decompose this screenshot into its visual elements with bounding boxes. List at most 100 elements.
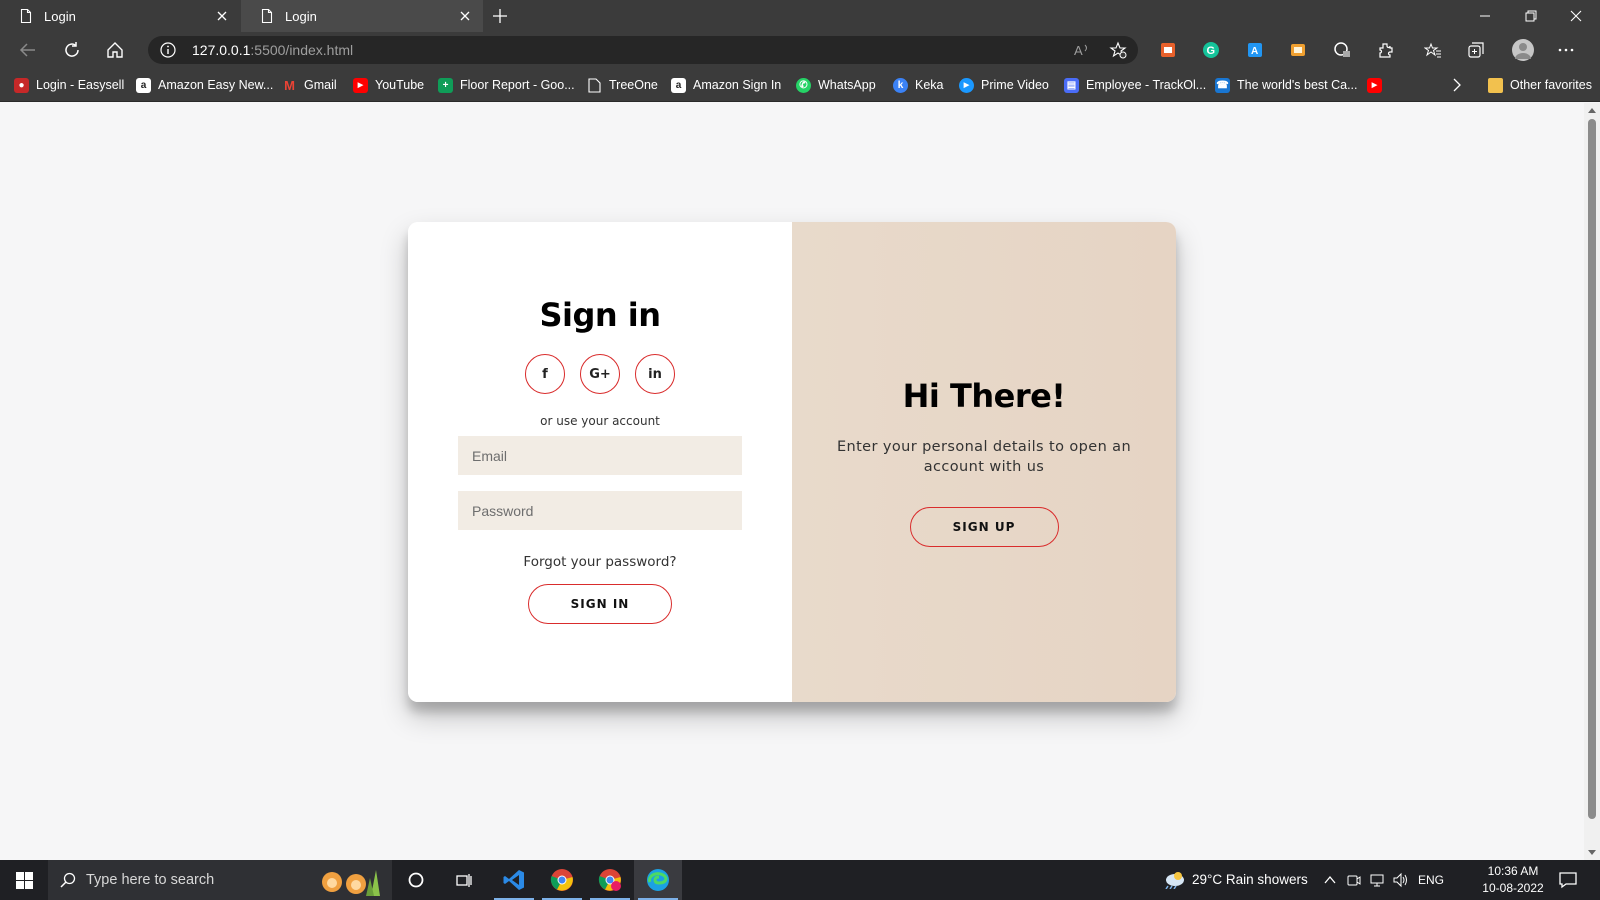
scroll-thumb[interactable] bbox=[1588, 119, 1596, 819]
bookmark-label: Login - Easysell bbox=[36, 78, 125, 92]
scroll-down-icon[interactable] bbox=[1588, 850, 1596, 855]
extension-monitor-icon[interactable] bbox=[1332, 40, 1352, 60]
bookmark-label: Amazon Easy New... bbox=[158, 78, 274, 92]
bookmark-label: Amazon Sign In bbox=[693, 78, 782, 92]
extension-translate-icon[interactable]: A bbox=[1245, 40, 1265, 60]
weather-icon[interactable] bbox=[1162, 871, 1186, 889]
bookmark-youtube-2[interactable]: ▶ bbox=[1367, 76, 1389, 94]
password-field[interactable] bbox=[458, 491, 742, 530]
task-view-icon[interactable] bbox=[440, 860, 488, 900]
bookmark-amazon-sign-in[interactable]: a Amazon Sign In bbox=[671, 76, 781, 94]
close-tab-icon[interactable] bbox=[214, 8, 230, 24]
bookmark-worlds-best[interactable]: ☎ The world's best Ca... bbox=[1215, 76, 1358, 94]
site-info-icon[interactable] bbox=[160, 42, 176, 58]
bookmark-label: WhatsApp bbox=[818, 78, 876, 92]
google-plus-icon[interactable]: G+ bbox=[580, 354, 620, 394]
clock[interactable]: 10:36 AM 10-08-2022 bbox=[1480, 863, 1546, 897]
facebook-icon[interactable]: f bbox=[525, 354, 565, 394]
close-tab-icon[interactable] bbox=[457, 8, 473, 24]
more-menu-icon[interactable] bbox=[1556, 40, 1576, 60]
amazon-icon: a bbox=[671, 77, 686, 93]
show-hidden-icons-chevron-icon[interactable] bbox=[1321, 871, 1339, 889]
tab-login-2[interactable]: Login bbox=[241, 0, 483, 32]
collections-icon[interactable] bbox=[1466, 40, 1486, 60]
taskbar-search[interactable]: Type here to search bbox=[48, 860, 392, 900]
close-window-button[interactable] bbox=[1566, 6, 1586, 26]
url-bar[interactable]: 127.0.0.1:5500/index.html bbox=[148, 36, 1138, 64]
language-indicator[interactable]: ENG bbox=[1418, 873, 1444, 887]
bookmark-prime-video[interactable]: ▶ Prime Video bbox=[959, 76, 1049, 94]
login-card: Sign in f G+ in or use your account Forg… bbox=[408, 222, 1176, 702]
extension-image-icon[interactable] bbox=[1288, 40, 1308, 60]
add-favorite-icon[interactable] bbox=[1108, 40, 1128, 60]
restore-button[interactable] bbox=[1521, 6, 1541, 26]
bookmark-treeone[interactable]: TreeOne bbox=[587, 76, 658, 94]
profile-avatar[interactable] bbox=[1512, 39, 1534, 61]
notifications-icon[interactable] bbox=[1558, 870, 1578, 890]
keka-icon: k bbox=[893, 77, 908, 93]
search-highlight-art-icon bbox=[316, 864, 386, 898]
edge-icon[interactable] bbox=[634, 860, 682, 900]
prime-video-icon: ▶ bbox=[959, 77, 974, 93]
bookmark-label: TreeOne bbox=[609, 78, 658, 92]
youtube-icon: ▶ bbox=[1367, 77, 1382, 93]
bookmark-keka[interactable]: k Keka bbox=[893, 76, 944, 94]
bookmark-employee-trackol[interactable]: ▤ Employee - TrackOl... bbox=[1064, 76, 1206, 94]
bookmarks-overflow-chevron-icon[interactable] bbox=[1452, 76, 1462, 94]
gmail-icon: M bbox=[284, 77, 295, 93]
refresh-button[interactable] bbox=[62, 40, 82, 60]
search-placeholder: Type here to search bbox=[86, 872, 215, 888]
svg-text:G: G bbox=[1207, 45, 1216, 57]
grammarly-icon[interactable]: G bbox=[1201, 40, 1221, 60]
page-viewport: Sign in f G+ in or use your account Forg… bbox=[0, 103, 1584, 860]
bookmark-whatsapp[interactable]: ✆ WhatsApp bbox=[796, 76, 876, 94]
extensions-icon[interactable] bbox=[1375, 40, 1395, 60]
overlay-title: Hi There! bbox=[902, 377, 1066, 415]
extension-office-icon[interactable] bbox=[1158, 40, 1178, 60]
sign-in-button[interactable]: SIGN IN bbox=[528, 584, 672, 624]
bookmark-youtube[interactable]: ▶ YouTube bbox=[353, 76, 424, 94]
back-button[interactable] bbox=[18, 40, 38, 60]
bookmark-floor-report[interactable]: + Floor Report - Goo... bbox=[438, 76, 575, 94]
network-icon[interactable] bbox=[1368, 871, 1386, 889]
clock-time: 10:36 AM bbox=[1487, 864, 1539, 878]
linkedin-icon[interactable]: in bbox=[635, 354, 675, 394]
chrome-icon[interactable] bbox=[538, 860, 586, 900]
volume-icon[interactable] bbox=[1391, 871, 1409, 889]
bookmark-amazon-easy[interactable]: a Amazon Easy New... bbox=[136, 76, 273, 94]
meet-now-icon[interactable] bbox=[1345, 871, 1363, 889]
other-favorites-folder[interactable]: Other favorites bbox=[1488, 76, 1592, 94]
overlay-panel: Hi There! Enter your personal details to… bbox=[792, 222, 1176, 702]
tab-bar: Login Login bbox=[0, 0, 1600, 32]
windows-taskbar: Type here to search 29°C Rain showers EN… bbox=[0, 860, 1600, 900]
minimize-button[interactable] bbox=[1475, 6, 1495, 26]
page-icon bbox=[18, 8, 34, 24]
sheets-icon: + bbox=[438, 77, 453, 93]
forgot-password-link[interactable]: Forgot your password? bbox=[523, 554, 676, 570]
tab-login-1[interactable]: Login bbox=[0, 0, 240, 32]
cortana-icon[interactable] bbox=[392, 860, 440, 900]
scroll-up-icon[interactable] bbox=[1588, 108, 1596, 113]
url-path: :5500/index.html bbox=[250, 42, 354, 58]
clock-date: 10-08-2022 bbox=[1482, 881, 1544, 895]
bookmark-label: Prime Video bbox=[981, 78, 1049, 92]
vertical-scrollbar[interactable] bbox=[1584, 103, 1600, 860]
weather-text[interactable]: 29°C Rain showers bbox=[1192, 872, 1308, 887]
sign-up-button[interactable]: SIGN UP bbox=[909, 507, 1059, 547]
email-field[interactable] bbox=[458, 436, 742, 475]
signin-panel: Sign in f G+ in or use your account Forg… bbox=[408, 222, 792, 702]
read-aloud-icon[interactable]: A bbox=[1072, 40, 1092, 60]
other-favorites-label: Other favorites bbox=[1510, 78, 1592, 92]
bookmark-gmail[interactable]: M Gmail bbox=[282, 76, 337, 94]
bookmark-login-easysell[interactable]: ● Login - Easysell bbox=[14, 76, 124, 94]
home-button[interactable] bbox=[105, 40, 125, 60]
chrome-profile-icon[interactable] bbox=[586, 860, 634, 900]
tab-title: Login bbox=[44, 8, 76, 24]
page-icon bbox=[587, 77, 602, 93]
favorites-icon[interactable] bbox=[1423, 40, 1443, 60]
windows-start-icon[interactable] bbox=[16, 872, 33, 889]
or-use-account-text: or use your account bbox=[540, 414, 660, 428]
new-tab-button[interactable] bbox=[490, 6, 510, 26]
vscode-icon[interactable] bbox=[490, 860, 538, 900]
bookmark-label: YouTube bbox=[375, 78, 425, 92]
